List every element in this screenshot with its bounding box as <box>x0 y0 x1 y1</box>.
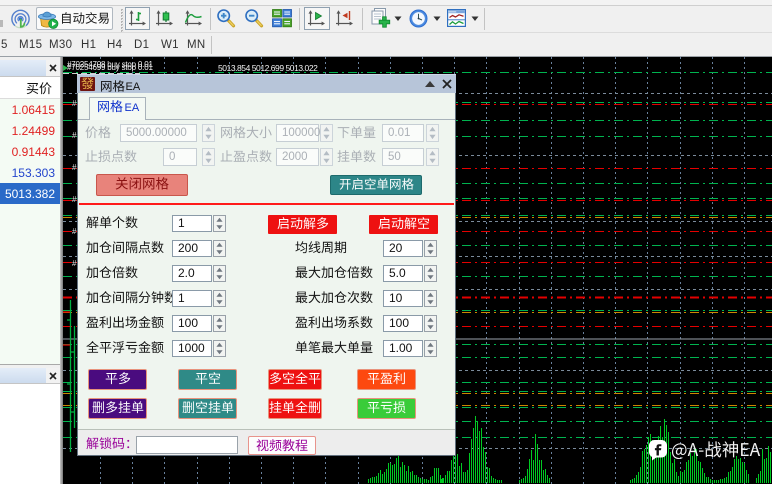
svg-text:5013.854 5012.699 5013.022: 5013.854 5012.699 5013.022 <box>218 63 318 73</box>
svg-text:#70254699 buy stop 0.01: #70254699 buy stop 0.01 <box>67 63 153 72</box>
